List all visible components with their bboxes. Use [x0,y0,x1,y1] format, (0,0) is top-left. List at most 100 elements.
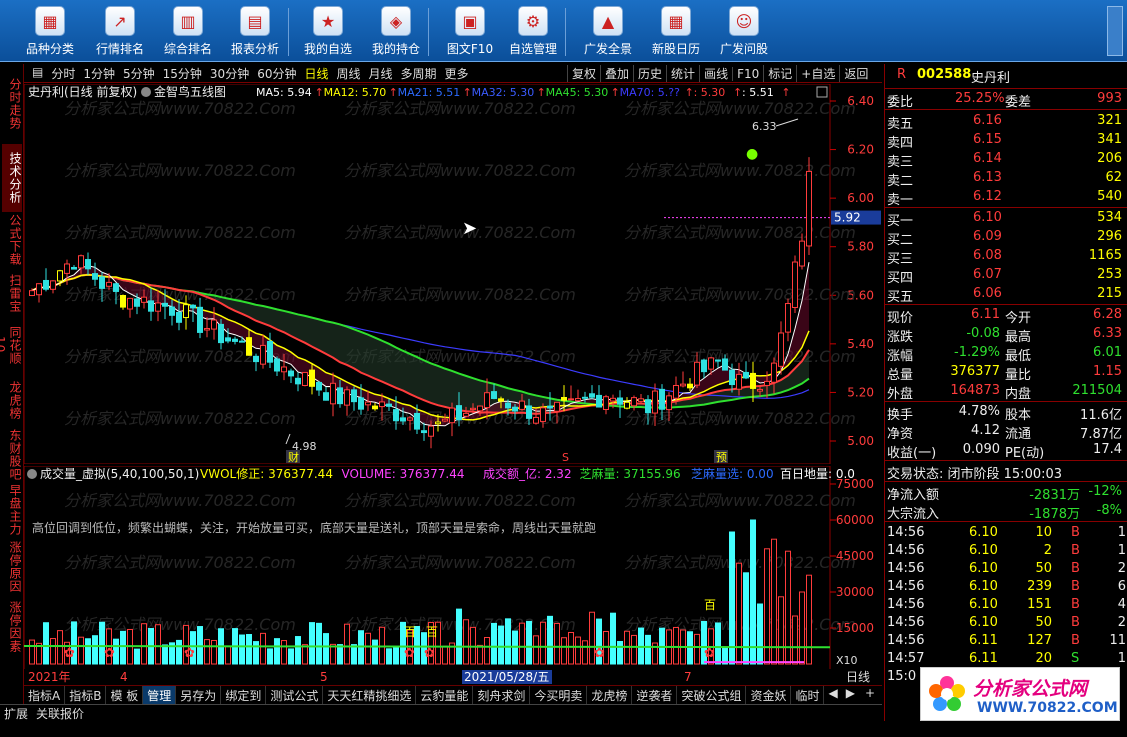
toolbar-button-4[interactable]: ★ 我的自选 [298,6,358,58]
left-tab-0[interactable]: 分时走势 [2,66,22,142]
left-tab-3[interactable]: 扫雷宝 [2,269,22,317]
indicator-tab-8[interactable]: 云豹量能 [416,686,474,704]
axis-mode-label[interactable]: 日线 [846,670,870,684]
left-tab-8[interactable]: 涨停原因 [2,539,22,595]
toolbar-button-5[interactable]: ◈ 我的持仓 [366,6,426,58]
candle [575,398,581,402]
left-tab-4[interactable]: 同花顺10 [0,319,22,371]
chart-tool-6[interactable]: 标记 [763,65,796,82]
toolbar-button-8[interactable]: ▲ 广发全景 [578,6,638,58]
toolbar-button-2[interactable]: ▥ 综合排名 [158,6,218,58]
ma-arrow-icon: ↑ [537,86,546,99]
period-9[interactable]: 多周期 [397,65,441,82]
chart-tool-1[interactable]: 叠加 [600,65,633,82]
period-0[interactable]: 分时 [47,65,79,82]
indicator-name[interactable]: 金智鸟五线图 [154,84,226,99]
volume-bar [491,622,497,665]
toolbar-button-6[interactable]: ▣ 图文F10 [440,6,500,58]
tick-side: B [1071,561,1080,576]
period-3[interactable]: 15分钟 [159,65,206,82]
chart-tool-5[interactable]: F10 [732,66,763,81]
toolbar-button-10[interactable]: ☺ 广发问股 [714,6,774,58]
toolbar-button-9[interactable]: ▦ 新股日历 [646,6,706,58]
period-5[interactable]: 60分钟 [253,65,300,82]
volume-bar [372,639,378,665]
date-axis-background [24,669,882,685]
toolbar-button-0[interactable]: ▦ 品种分类 [20,6,80,58]
tab-next-icon[interactable]: ▶ [842,686,859,704]
event-marker-1[interactable]: S [562,451,569,464]
expand-button[interactable]: 扩展 [0,705,32,721]
volume-bar [806,574,812,665]
indicator-dropdown-icon[interactable] [141,87,151,97]
bai-label-1: 百 [426,625,438,639]
indicator-tab-3[interactable]: 管理 [143,686,177,704]
period-6[interactable]: 日线 [300,65,332,82]
linked-quote-button[interactable]: 关联报价 [32,705,88,721]
ma-arrow-icon: ↑ [463,86,472,99]
left-tab-6[interactable]: 东财股吧 [2,429,22,481]
chart-tool-0[interactable]: 复权 [567,65,600,82]
ask-price: 6.15 [973,132,1002,147]
indicator-tab-10[interactable]: 今买明卖 [530,686,588,704]
menu-icon[interactable]: ▤ [28,65,47,82]
tab-prev-icon[interactable]: ◀ [824,686,841,704]
left-tab-9[interactable]: 涨停因素 [2,599,22,655]
event-marker-2[interactable]: 预 [716,451,727,464]
tick-count: 6 [1117,579,1126,594]
indicator-tab-12[interactable]: 逆袭者 [632,686,678,704]
stat-row: 总量 376377 量比 1.15 [885,363,1127,383]
zoom-in-icon[interactable]: + [859,686,881,704]
left-tab-1[interactable]: 技术分析 [2,144,22,212]
period-8[interactable]: 月线 [365,65,397,82]
period-2[interactable]: 5分钟 [119,65,159,82]
left-tab-5[interactable]: 龙虎榜 [2,374,22,426]
toolbar-button-1[interactable]: ↗ 行情排名 [90,6,150,58]
panel-divider [885,460,1127,461]
indicator-tab-15[interactable]: 临时 [791,686,825,704]
volume-dropdown-icon[interactable] [27,469,37,479]
toolbar-button-3[interactable]: ▤ 报表分析 [225,6,285,58]
candle [680,383,686,387]
indicator-tab-0[interactable]: 指标A [24,686,66,704]
event-marker-0[interactable]: 财 [288,450,299,464]
indicator-tab-1[interactable]: 指标B [65,686,107,704]
stat2-label-2: 股本 [1005,408,1032,423]
indicator-tab-5[interactable]: 绑定到 [221,686,267,704]
indicator-tab-9[interactable]: 刻舟求剑 [473,686,531,704]
indicator-tab-4[interactable]: 另存为 [176,686,222,704]
chart-tool-4[interactable]: 画线 [699,65,732,82]
chart-tool-8[interactable]: 返回 [839,65,872,82]
bid-price: 6.08 [973,248,1002,263]
indicator-tab-2[interactable]: 模 板 [106,686,144,704]
period-4[interactable]: 30分钟 [206,65,253,82]
candle [330,382,336,405]
left-tab-7[interactable]: 早盘主力 [2,484,22,536]
chart-tool-3[interactable]: 统计 [666,65,699,82]
candlestick-chart[interactable]: 6.406.206.005.805.605.405.205.005.92分析家公… [24,84,882,464]
volume-bar [610,612,616,665]
tick-side: B [1071,525,1080,540]
candle [204,328,210,331]
indicator-tab-13[interactable]: 突破公式组 [677,686,747,704]
toolbar-scroll[interactable] [1107,6,1123,56]
left-tab-2[interactable]: 公式下载 [2,214,22,266]
chart-tool-2[interactable]: 历史 [633,65,666,82]
period-1[interactable]: 1分钟 [79,65,119,82]
tick-row: 14:56 6.10 151 B 4 [885,596,1127,615]
indicator-tab-14[interactable]: 资金妖 [746,686,792,704]
stat-value: -0.08 [966,326,1000,341]
period-10[interactable]: 更多 [441,65,473,82]
calendar-icon: ▦ [661,6,691,36]
period-7[interactable]: 周线 [333,65,365,82]
mouse-cursor-icon: ➤ [462,218,477,239]
indicator-tab-7[interactable]: 天天红精挑细选 [323,686,417,704]
toolbar-button-7[interactable]: ⚙ 自选管理 [503,6,563,58]
candle [449,407,455,424]
chart-tool-7[interactable]: +自选 [796,65,839,82]
indicator-tab-6[interactable]: 测试公式 [266,686,324,704]
volume-bar [477,644,483,665]
volume-chart[interactable]: 分析家公式网www.70822.Com 分析家公式网www.70822.Com 分析… [24,466,882,670]
indicator-tab-11[interactable]: 龙虎榜 [587,686,633,704]
candle [414,412,420,430]
